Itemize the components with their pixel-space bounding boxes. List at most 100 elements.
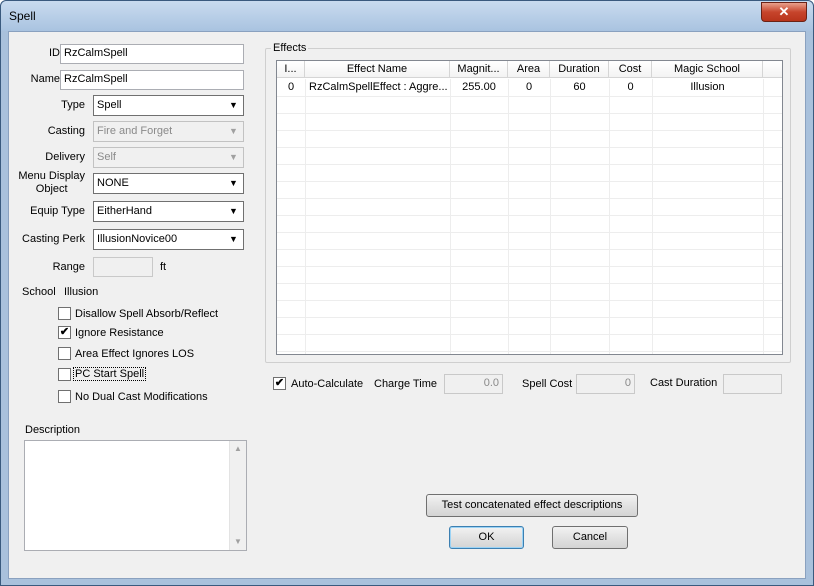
grid-line <box>277 198 782 199</box>
grid-line <box>763 79 764 354</box>
grid-line <box>277 283 782 284</box>
column-header-index[interactable]: I... <box>277 61 305 78</box>
description-label: Description <box>25 424 81 436</box>
arrow-up-icon[interactable]: ▲ <box>230 441 246 457</box>
menu-display-dropdown[interactable]: NONE ▼ <box>93 173 244 194</box>
grid-line <box>277 96 782 97</box>
cell-cost: 0 <box>627 81 634 93</box>
column-header-area[interactable]: Area <box>508 61 550 78</box>
casting-perk-label: Casting Perk <box>22 233 85 245</box>
grid-line <box>609 79 610 354</box>
grid-line <box>277 300 782 301</box>
casting-perk-value: IllusionNovice00 <box>97 233 178 245</box>
pc-start-spell-label: PC Start Spell <box>72 367 147 381</box>
charge-time-field: 0.0 <box>444 374 503 394</box>
grid-line <box>277 113 782 114</box>
school-label: School <box>22 286 56 298</box>
check-mark-icon: ✔ <box>274 377 285 389</box>
column-header-effect-name[interactable]: Effect Name <box>305 61 450 78</box>
range-field <box>93 257 153 277</box>
effects-group-title: Effects <box>271 42 309 54</box>
delivery-dropdown: Self ▼ <box>93 147 244 168</box>
description-textarea[interactable]: ▲ ▼ <box>24 440 247 551</box>
cast-duration-field <box>723 374 782 394</box>
id-label: ID <box>49 47 60 59</box>
range-unit: ft <box>160 261 167 273</box>
grid-line <box>277 317 782 318</box>
equip-type-label: Equip Type <box>30 205 85 217</box>
grid-line <box>277 351 782 352</box>
menu-display-value: NONE <box>97 177 129 189</box>
grid-line <box>277 232 782 233</box>
cancel-button[interactable]: Cancel <box>552 526 628 549</box>
chevron-down-icon: ▼ <box>229 126 238 136</box>
delivery-label: Delivery <box>45 151 85 163</box>
chevron-down-icon: ▼ <box>229 234 238 244</box>
grid-line <box>550 79 551 354</box>
no-dual-cast-checkbox[interactable] <box>58 390 71 403</box>
pc-start-spell-checkbox[interactable] <box>58 368 71 381</box>
area-effect-los-checkbox[interactable] <box>58 347 71 360</box>
cell-duration: 60 <box>573 81 586 93</box>
ignore-resistance-checkbox[interactable]: ✔ <box>58 326 71 339</box>
name-field[interactable]: RzCalmSpell <box>60 70 244 90</box>
disallow-absorb-label: Disallow Spell Absorb/Reflect <box>75 308 219 320</box>
ok-button[interactable]: OK <box>449 526 524 549</box>
title-bar[interactable]: Spell ✕ <box>1 1 813 31</box>
effects-list[interactable]: I... Effect Name Magnit... Area Duration… <box>276 60 783 355</box>
casting-value: Fire and Forget <box>97 125 173 137</box>
column-header-duration[interactable]: Duration <box>550 61 609 78</box>
spell-cost-label: Spell Cost <box>522 378 573 390</box>
grid-line <box>277 130 782 131</box>
type-dropdown[interactable]: Spell ▼ <box>93 95 244 116</box>
description-scrollbar[interactable]: ▲ ▼ <box>229 441 246 550</box>
dialog-client: ID RzCalmSpell Name RzCalmSpell Type Spe… <box>8 31 806 579</box>
casting-label: Casting <box>47 125 85 137</box>
cell-magnitude: 255.00 <box>462 81 496 93</box>
grid-line <box>277 249 782 250</box>
auto-calculate-label: Auto-Calculate <box>291 378 364 390</box>
cell-effect-name: RzCalmSpellEffect : Aggre... <box>309 81 448 93</box>
grid-line <box>277 147 782 148</box>
no-dual-cast-label: No Dual Cast Modifications <box>75 391 208 403</box>
school-value: Illusion <box>64 286 99 298</box>
casting-perk-dropdown[interactable]: IllusionNovice00 ▼ <box>93 229 244 250</box>
cast-duration-label: Cast Duration <box>650 377 718 389</box>
grid-line <box>305 79 306 354</box>
close-button[interactable]: ✕ <box>761 2 807 22</box>
window-title: Spell <box>9 9 36 23</box>
type-value: Spell <box>97 99 122 111</box>
equip-type-dropdown[interactable]: EitherHand ▼ <box>93 201 244 222</box>
ignore-resistance-label: Ignore Resistance <box>75 327 164 339</box>
range-label: Range <box>52 261 85 273</box>
cell-area: 0 <box>525 81 533 93</box>
test-descriptions-button[interactable]: Test concatenated effect descriptions <box>426 494 638 517</box>
spell-cost-field: 0 <box>576 374 635 394</box>
close-icon: ✕ <box>778 4 790 19</box>
chevron-down-icon: ▼ <box>229 152 238 162</box>
grid-line <box>277 266 782 267</box>
menu-display-label-line2: Object <box>35 183 68 195</box>
grid-line <box>652 79 653 354</box>
area-effect-los-label: Area Effect Ignores LOS <box>75 348 195 360</box>
delivery-value: Self <box>97 151 116 163</box>
check-mark-icon: ✔ <box>59 326 70 338</box>
chevron-down-icon: ▼ <box>229 206 238 216</box>
disallow-absorb-checkbox[interactable] <box>58 307 71 320</box>
grid-line <box>450 79 451 354</box>
grid-line <box>277 215 782 216</box>
column-header-magnitude[interactable]: Magnit... <box>450 61 508 78</box>
cell-index: 0 <box>287 81 295 93</box>
auto-calculate-checkbox[interactable]: ✔ <box>273 377 286 390</box>
grid-line <box>277 334 782 335</box>
column-header-magic-school[interactable]: Magic School <box>652 61 763 78</box>
equip-type-value: EitherHand <box>97 205 153 217</box>
grid-line <box>277 181 782 182</box>
casting-dropdown: Fire and Forget ▼ <box>93 121 244 142</box>
menu-display-label-line1: Menu Display <box>18 170 85 182</box>
grid-line <box>508 79 509 354</box>
menu-display-label: Menu Display Object <box>18 170 85 196</box>
column-header-cost[interactable]: Cost <box>609 61 652 78</box>
arrow-down-icon[interactable]: ▼ <box>230 534 246 550</box>
id-field[interactable]: RzCalmSpell <box>60 44 244 64</box>
